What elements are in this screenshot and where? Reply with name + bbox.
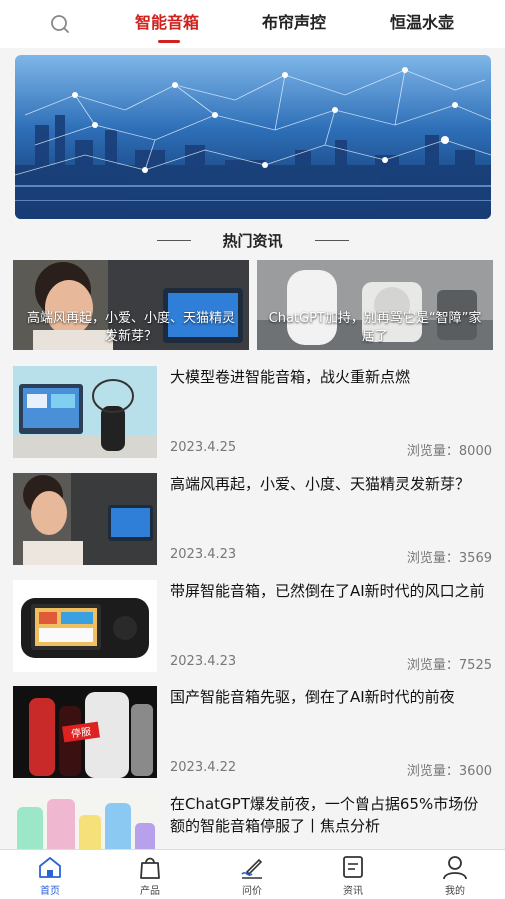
nav-label: 产品 — [140, 886, 160, 897]
nav-home[interactable]: 首页 — [15, 854, 85, 898]
tab-thermostatic-kettle[interactable]: 恒温水壶 — [390, 12, 454, 36]
article-views: 浏览量：3569 — [406, 551, 492, 566]
nav-label: 问价 — [242, 886, 262, 897]
article-date: 2023.4.23 — [170, 654, 237, 669]
top-tab-bar: 智能音箱 布帘声控 恒温水壶 — [0, 0, 505, 48]
article-thumbnail — [13, 473, 157, 565]
nav-profile[interactable]: 我的 — [420, 854, 490, 898]
article-thumbnail — [13, 580, 157, 672]
pen-icon — [241, 858, 263, 879]
article-title: 国产智能音箱先驱，倒在了AI新时代的前夜 — [170, 688, 455, 706]
tab-smart-speaker[interactable]: 智能音箱 — [135, 12, 199, 36]
home-icon — [39, 857, 61, 878]
search-icon[interactable] — [48, 12, 72, 36]
featured-caption: 高端风再起，小爱、小度、天猫精灵发新芽？ — [26, 311, 235, 344]
article-date: 2023.4.22 — [170, 760, 237, 775]
article-title: 大模型卷进智能音箱，战火重新点燃 — [170, 368, 411, 386]
shopping-bag-icon — [140, 857, 160, 879]
article-thumbnail — [13, 366, 157, 458]
featured-caption: ChatGPT加持，别再骂它是“智障”家居了 — [268, 311, 482, 344]
article-views: 浏览量：8000 — [406, 444, 492, 459]
section-title: 热门资讯 — [222, 232, 283, 250]
featured-card[interactable]: ChatGPT加持，别再骂它是“智障”家居了 — [257, 260, 493, 350]
article-title: 在ChatGPT爆发前夜，一个曾占据65%市场份额的智能音箱停服了丨焦点分析 — [170, 795, 479, 835]
article-title: 高端风再起，小爱、小度、天猫精灵发新芽？ — [170, 475, 471, 493]
news-icon — [343, 856, 363, 878]
article-date: 2023.4.23 — [170, 547, 237, 562]
nav-label: 首页 — [40, 886, 60, 897]
section-header: 热门资讯 — [0, 226, 505, 254]
nav-news[interactable]: 资讯 — [318, 854, 388, 898]
nav-label: 我的 — [445, 886, 465, 897]
featured-card[interactable]: 高端风再起，小爱、小度、天猫精灵发新芽？ — [13, 260, 249, 350]
list-item[interactable]: 带屏智能音箱，已然倒在了AI新时代的风口之前 2023.4.23 浏览量：752… — [0, 580, 505, 680]
nav-products[interactable]: 产品 — [115, 854, 185, 898]
active-tab-indicator — [158, 40, 180, 43]
hero-banner[interactable] — [15, 55, 491, 219]
nav-inquiry[interactable]: 问价 — [217, 854, 287, 898]
list-item[interactable]: 大模型卷进智能音箱，战火重新点燃 2023.4.25 浏览量：8000 — [0, 366, 505, 466]
nav-label: 资讯 — [343, 886, 363, 897]
article-views: 浏览量：3600 — [406, 764, 492, 779]
list-item[interactable]: 停服 国产智能音箱先驱，倒在了AI新时代的前夜 2023.4.22 浏览量：36… — [0, 686, 505, 786]
tab-curtain-voice-control[interactable]: 布帘声控 — [262, 12, 326, 36]
article-title: 带屏智能音箱，已然倒在了AI新时代的风口之前 — [170, 582, 485, 600]
article-views: 浏览量：7525 — [406, 658, 492, 673]
article-thumbnail: 停服 — [13, 686, 157, 778]
article-date: 2023.4.25 — [170, 440, 237, 455]
bottom-nav: 首页 产品 问价 资讯 我的 — [0, 849, 505, 899]
user-icon — [443, 856, 467, 880]
divider-right — [315, 240, 349, 241]
list-item[interactable]: 高端风再起，小爱、小度、天猫精灵发新芽？ 2023.4.23 浏览量：3569 — [0, 473, 505, 573]
